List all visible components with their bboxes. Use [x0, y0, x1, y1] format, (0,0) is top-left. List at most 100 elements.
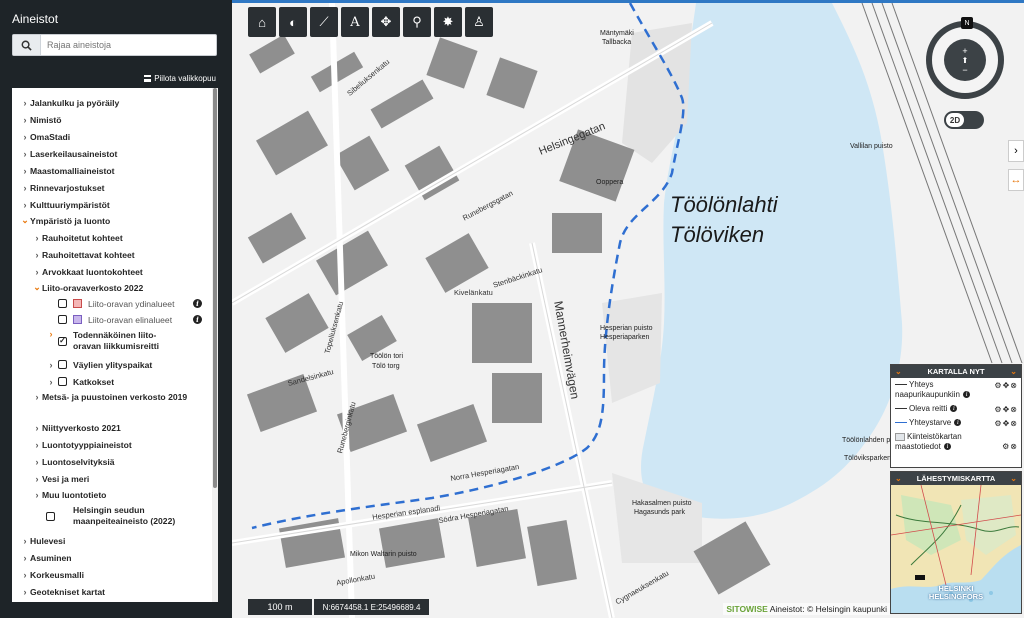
layer-search-input[interactable] [41, 40, 211, 50]
park-label: Tölöviksparken [844, 455, 892, 462]
layer-liito-reitti[interactable]: › ✓ Todennäköinen liito-oravan liikkumis… [12, 327, 210, 355]
legend-line [895, 384, 907, 386]
tree-item-nimisto[interactable]: › Nimistö [12, 111, 210, 128]
home-button[interactable]: ⌂ [248, 7, 276, 37]
tree-item-asuminen[interactable]: › Asuminen [12, 549, 210, 566]
chevron-down-icon: ⌄ [21, 215, 29, 225]
overview-map-header[interactable]: ⌄ LÄHESTYMISKARTTA ⌄ [891, 472, 1021, 485]
layer-checkbox[interactable] [58, 377, 67, 386]
on-map-panel: ⌄ KARTALLA NYT ⌄ Yhteys naapurikaupunkii… [890, 364, 1022, 468]
tree-item-jalankulku[interactable]: › Jalankulku ja pyöräily [12, 94, 210, 111]
tree-item-vesi-meri[interactable]: › Vesi ja meri [12, 470, 210, 487]
on-map-panel-header[interactable]: ⌄ KARTALLA NYT ⌄ [891, 365, 1021, 378]
chevron-right-icon: › [23, 131, 27, 142]
tree-scrollbar-thumb[interactable] [213, 88, 217, 488]
contrast-button[interactable]: ◐ [279, 7, 307, 37]
overview-city-label: HELSINKI HELSINGFORS [928, 584, 984, 601]
attribution-brand: SITOWISE [726, 604, 768, 614]
legend-line [895, 408, 907, 410]
legend-tools[interactable]: ⚙⊗ [1002, 442, 1018, 452]
layer-tree: › Jalankulku ja pyöräily › Nimistö › OmaSta… [12, 88, 218, 602]
legend-swatch [73, 299, 82, 308]
layer-checkbox-checked[interactable]: ✓ [58, 336, 67, 346]
tree-item-maastomalli[interactable]: › Maastomalliaineistot [12, 162, 210, 179]
tree-item-laserkeilaus[interactable]: › Laserkeilausaineistot [12, 145, 210, 162]
tree-item-rinnevarjostukset[interactable]: › Rinnevarjostukset [12, 179, 210, 196]
chevron-down-icon[interactable]: ⌄ [1010, 474, 1017, 483]
legend-tools[interactable]: ⚙✥⊗ [994, 419, 1018, 429]
tree-item-geotekniset[interactable]: › Geotekniset kartat [12, 583, 210, 600]
chevron-right-icon: › [35, 439, 39, 450]
tree-item-kulttuuriymparistot[interactable]: › Kulttuuriympäristöt [12, 196, 210, 213]
tree-item-luontoselvityksia[interactable]: › Luontoselvityksiä [12, 453, 210, 470]
layer-checkbox[interactable] [58, 315, 67, 324]
zoom-out-icon[interactable]: − [962, 65, 967, 75]
text-button[interactable]: A [341, 7, 369, 37]
chevron-right-icon: › [49, 376, 53, 387]
info-icon[interactable]: i [193, 315, 202, 324]
chevron-down-icon[interactable]: ⌄ [895, 474, 902, 483]
tree-item-arvokkaat[interactable]: › Arvokkaat luontokohteet [12, 263, 210, 280]
legend-item: Kiinteistökartan maastotiedot i ⚙⊗ [895, 432, 1018, 452]
tree-item-niittyverkosto[interactable]: › Niittyverkosto 2021 [12, 419, 210, 436]
layer-liito-elinalueet[interactable]: Liito-oravan elinalueet i [12, 311, 210, 328]
layer-katkokset[interactable]: › Katkokset [12, 373, 210, 390]
tree-item-rauhoitetut[interactable]: › Rauhoitetut kohteet [12, 229, 210, 246]
collapse-tree-label: Piilota valikkopuu [154, 74, 216, 83]
park-label: Mäntymäki [600, 30, 634, 37]
info-icon[interactable]: i [954, 419, 962, 427]
tree-item-omastadi[interactable]: › OmaStadi [12, 128, 210, 145]
chevron-down-icon[interactable]: ⌄ [1010, 367, 1017, 376]
resize-panel-button[interactable]: ↔ [1008, 169, 1024, 191]
view-mode-toggle[interactable]: 2D [944, 111, 984, 129]
layer-liito-ydinalueet[interactable]: Liito-oravan ydinalueet i [12, 295, 210, 312]
chevron-right-icon: › [23, 114, 27, 125]
tree-item-rauhoitettavat[interactable]: › Rauhoitettavat kohteet [12, 246, 210, 263]
scale-bar: 100 m [248, 599, 312, 615]
contrast-icon: ◐ [289, 14, 297, 30]
chevron-right-icon: › [23, 97, 27, 108]
square-label: Tölö torg [372, 363, 400, 370]
zoom-control[interactable]: + ⬆ − [944, 39, 986, 81]
legend-tools[interactable]: ⚙✥⊗ [994, 381, 1018, 391]
marker-icon: ⚲ [412, 14, 422, 29]
collapse-tree-button[interactable]: Piilota valikkopuu [144, 74, 216, 83]
layer-checkbox[interactable] [58, 299, 67, 308]
tree-item-muu-luontotieto[interactable]: › Muu luontotieto [12, 486, 210, 503]
info-icon[interactable]: i [963, 391, 971, 399]
legend-swatch [73, 315, 82, 324]
layer-vaylien-ylityspaikat[interactable]: › Väylien ylityspaikat [12, 356, 210, 373]
home-icon: ⌂ [258, 14, 266, 30]
layer-maanpeiteaineisto[interactable]: Helsingin seudun maanpeiteaineisto (2022… [12, 502, 210, 530]
resize-horizontal-icon: ↔ [1010, 174, 1022, 186]
tree-item-korkeusmalli[interactable]: › Korkeusmalli [12, 566, 210, 583]
chevron-down-icon: ⌄ [33, 282, 41, 292]
tree-item-liito-orava[interactable]: ⌄ Liito-oravaverkosto 2022 [12, 279, 210, 296]
tree-item-hulevesi[interactable]: › Hulevesi [12, 532, 210, 549]
tree-item-luontotyyppi[interactable]: › Luontotyyppiaineistot [12, 436, 210, 453]
zoom-in-icon[interactable]: + [962, 46, 967, 56]
layer-checkbox[interactable] [46, 511, 55, 521]
overview-map[interactable]: HELSINKI HELSINGFORS [891, 485, 1021, 613]
compass-control[interactable]: N + ⬆ − [926, 17, 1004, 99]
chevron-down-icon[interactable]: ⌄ [895, 367, 902, 376]
marker-button[interactable]: ⚲ [403, 7, 431, 37]
chevron-right-icon: › [35, 249, 39, 260]
move-button[interactable]: ✥ [372, 7, 400, 37]
street-view-button[interactable]: ♙ [465, 7, 493, 37]
legend-tools[interactable]: ⚙✥⊗ [994, 405, 1018, 415]
measure-button[interactable]: ⟋ [310, 7, 338, 37]
info-icon[interactable]: i [944, 443, 952, 451]
tree-item-ymparisto[interactable]: ⌄ Ympäristö ja luonto [12, 212, 210, 229]
tree-scrollbar[interactable] [212, 88, 218, 602]
tree-item-metsa-verkosto[interactable]: › Metsä- ja puustoinen verkosto 2019 [12, 390, 210, 416]
info-icon[interactable]: i [950, 405, 958, 413]
map-toolbar: ⌂ ◐ ⟋ A ✥ ⚲ ✸ ♙ [248, 7, 493, 37]
layers-sidebar: Aineistot Piilota valikkopuu ›Jalankulku… [0, 0, 232, 618]
expand-panel-button[interactable]: › [1008, 140, 1024, 162]
sun-button[interactable]: ✸ [434, 7, 462, 37]
layer-search-box[interactable] [12, 34, 217, 56]
chevron-right-icon: › [35, 456, 39, 467]
info-icon[interactable]: i [193, 299, 202, 308]
layer-checkbox[interactable] [58, 360, 67, 369]
